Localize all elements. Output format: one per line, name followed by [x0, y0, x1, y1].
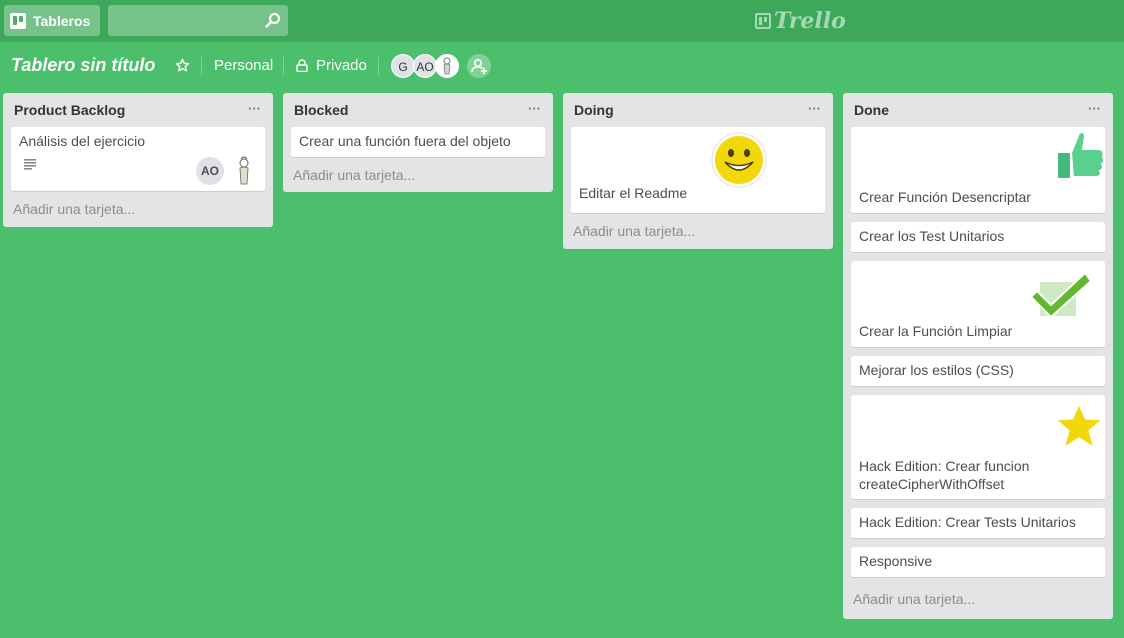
card[interactable]: Crear los Test Unitarios [851, 222, 1105, 253]
add-card-button[interactable]: Añadir una tarjeta... [563, 222, 833, 249]
list-product-backlog: Product Backlog ··· Análisis del ejercic… [3, 93, 273, 227]
card-title: Crear los Test Unitarios [859, 228, 1005, 244]
card[interactable]: Hack Edition: Crear funcion createCipher… [851, 395, 1106, 500]
search-icon[interactable] [265, 12, 281, 28]
card-title: Mejorar los estilos (CSS) [859, 362, 1014, 378]
list-header[interactable]: Blocked ··· [283, 93, 553, 127]
card[interactable]: Análisis del ejercicio AO [11, 127, 265, 192]
search-box[interactable] [108, 5, 288, 36]
card-title: Hack Edition: Crear funcion createCipher… [859, 458, 1030, 492]
card[interactable]: Crear una función fuera del objeto [291, 127, 545, 158]
member-avatar-g[interactable]: G [391, 54, 415, 78]
header-divider [378, 57, 379, 75]
card-title: Análisis del ejercicio [19, 133, 146, 149]
boards-button[interactable]: Tableros [4, 5, 100, 36]
list-title[interactable]: Blocked [294, 102, 348, 118]
add-member-icon [471, 59, 487, 74]
person-sketch-icon [443, 57, 451, 75]
card[interactable]: Crear la Función Limpiar [851, 261, 1105, 348]
list-doing: Doing ··· Editar el Readme Añadir una ta… [563, 93, 833, 249]
star-sticker [1052, 400, 1106, 451]
card[interactable]: Responsive [851, 547, 1105, 578]
star-icon[interactable] [175, 58, 190, 73]
search-input[interactable] [108, 5, 288, 36]
card[interactable]: Hack Edition: Crear Tests Unitarios [851, 508, 1105, 539]
add-card-button[interactable]: Añadir una tarjeta... [283, 166, 553, 192]
top-bar: Tableros Trello [0, 0, 1124, 42]
thumbs-up-sticker [1056, 131, 1106, 180]
trello-logo-icon [755, 13, 771, 29]
list-menu-button[interactable]: ··· [528, 101, 541, 116]
card-title: Responsive [859, 553, 933, 569]
smiley-sticker [711, 132, 767, 188]
team-button[interactable]: Personal [214, 57, 273, 74]
member-avatar-photo[interactable] [435, 54, 459, 78]
add-card-button[interactable]: Añadir una tarjeta... [843, 586, 1113, 617]
boards-label: Tableros [33, 12, 91, 29]
list-menu-button[interactable]: ··· [1088, 101, 1101, 116]
card-title: Hack Edition: Crear Tests Unitarios [859, 514, 1076, 530]
card[interactable]: Crear Función Desencriptar [851, 127, 1106, 214]
member-avatar-ao[interactable]: AO [413, 54, 437, 78]
list-header[interactable]: Product Backlog ··· [3, 93, 273, 127]
list-menu-button[interactable]: ··· [248, 101, 261, 116]
add-member-button[interactable] [467, 54, 491, 78]
description-icon [24, 159, 36, 170]
board-title[interactable]: Tablero sin título [11, 55, 155, 76]
trello-logo-text: Trello [774, 8, 846, 34]
list-title[interactable]: Doing [574, 102, 614, 118]
card[interactable]: Editar el Readme [571, 127, 825, 214]
boards-icon [10, 12, 26, 29]
list-done: Done ··· Crear Función Desencriptar Crea… [843, 93, 1113, 619]
lock-icon [296, 59, 308, 72]
list-header[interactable]: Done ··· [843, 93, 1113, 127]
list-header[interactable]: Doing ··· [563, 93, 833, 127]
card-title: Crear una función fuera del objeto [299, 133, 511, 149]
list-title[interactable]: Done [854, 102, 889, 118]
card[interactable]: Mejorar los estilos (CSS) [851, 356, 1105, 387]
card-title: Crear Función Desencriptar [859, 189, 1031, 205]
list-menu-button[interactable]: ··· [808, 101, 821, 116]
list-title[interactable]: Product Backlog [14, 102, 125, 118]
check-sticker [1031, 271, 1093, 319]
card-member-avatar[interactable]: AO [196, 157, 224, 185]
visibility-button[interactable]: Privado [316, 57, 367, 74]
card-member-photo[interactable] [229, 155, 259, 187]
board-header: Tablero sin título Personal Privado G AO [0, 42, 1124, 90]
header-divider [283, 57, 284, 75]
add-card-button[interactable]: Añadir una tarjeta... [3, 200, 273, 227]
card-title: Editar el Readme [579, 185, 688, 201]
card-title: Crear la Función Limpiar [859, 323, 1013, 339]
list-blocked: Blocked ··· Crear una función fuera del … [283, 93, 553, 192]
trello-logo[interactable]: Trello [755, 8, 846, 34]
header-divider [201, 57, 202, 75]
